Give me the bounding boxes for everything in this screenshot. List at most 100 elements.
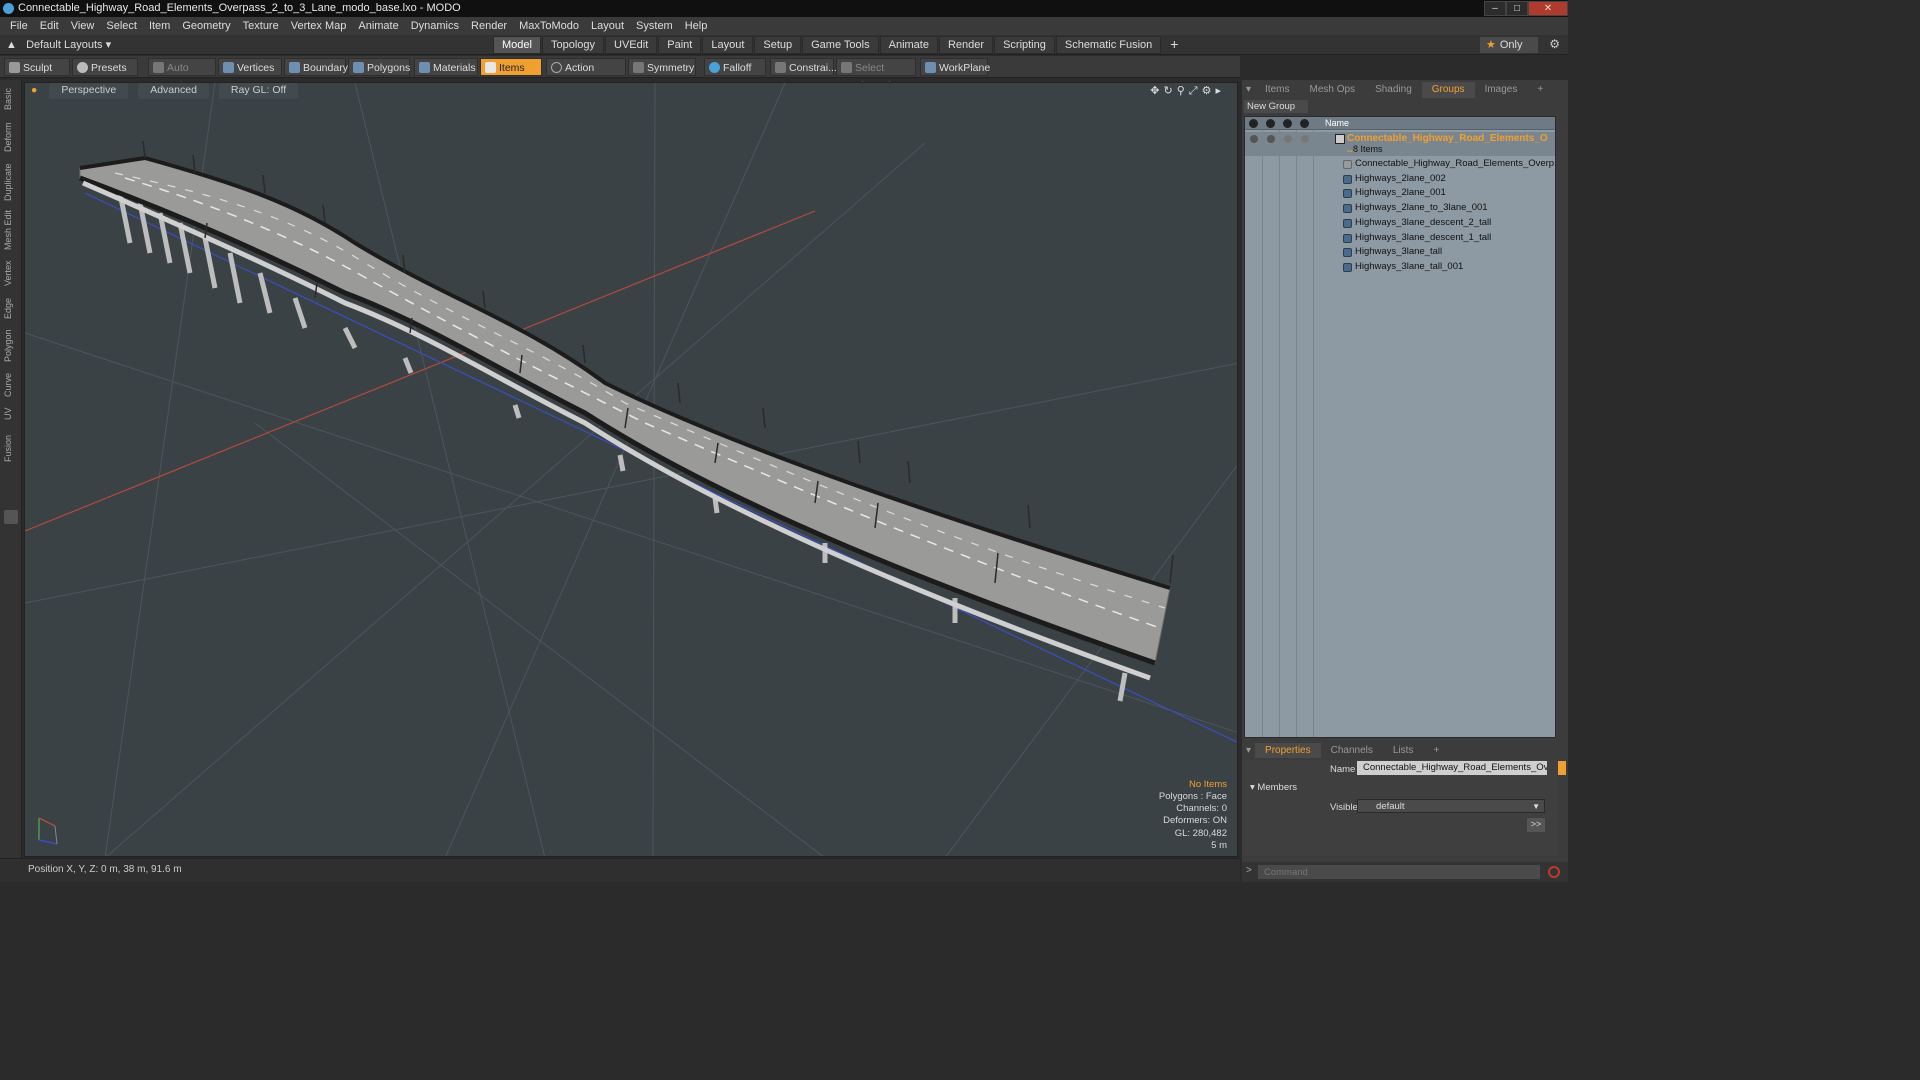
shading-mode-button[interactable]: Advanced	[138, 83, 209, 99]
materials-button[interactable]: Materials	[414, 58, 478, 76]
3d-viewport[interactable]: ● Perspective Advanced Ray GL: Off ✥↻⚲⤢⚙…	[24, 82, 1238, 857]
workplane-button[interactable]: WorkPlane	[920, 58, 990, 76]
tab-setup[interactable]: Setup	[754, 36, 802, 54]
visible-dropdown[interactable]: default ▼	[1357, 799, 1545, 813]
tab-render[interactable]: Render	[938, 36, 994, 54]
tab-shading[interactable]: Shading	[1365, 82, 1422, 98]
menu-animate[interactable]: Animate	[352, 20, 404, 32]
more-button[interactable]: >>	[1527, 818, 1545, 832]
fit-view-icon[interactable]: ⤢	[1189, 85, 1202, 97]
vtab-edge[interactable]: Edge	[3, 294, 17, 322]
name-field[interactable]: Connectable_Highway_Road_Elements_Over	[1357, 761, 1547, 775]
select-icon[interactable]	[1301, 135, 1309, 143]
viewport-menu-icon[interactable]: ●	[29, 83, 39, 99]
lock-column-icon[interactable]	[1283, 119, 1292, 128]
strip-toggle-button[interactable]	[4, 510, 18, 524]
view-settings-icon[interactable]: ⚙	[1202, 85, 1216, 97]
add-props-tab-icon[interactable]: +	[1423, 743, 1449, 758]
menu-item[interactable]: Item	[143, 20, 176, 32]
menu-texture[interactable]: Texture	[237, 20, 285, 32]
maximize-button[interactable]: □	[1506, 1, 1528, 16]
list-item[interactable]: Highways_3lane_tall_001	[1245, 260, 1555, 275]
panel-menu-icon[interactable]: ▾	[1242, 82, 1255, 98]
auto-select-button[interactable]: Auto Select	[148, 58, 216, 92]
chevron-right-icon[interactable]: ▸	[1215, 85, 1225, 97]
menu-vertex-map[interactable]: Vertex Map	[285, 20, 353, 32]
visibility-column-icon[interactable]	[1249, 119, 1258, 128]
list-item[interactable]: Highways_3lane_tall	[1245, 245, 1555, 260]
move-view-icon[interactable]: ✥	[1150, 85, 1163, 97]
list-item[interactable]: Highways_3lane_descent_1_tall	[1245, 231, 1555, 246]
tab-groups[interactable]: Groups	[1421, 82, 1475, 98]
list-item[interactable]: Highways_3lane_descent_2_tall	[1245, 216, 1555, 231]
items-button[interactable]: Items	[480, 58, 542, 76]
menu-dynamics[interactable]: Dynamics	[405, 20, 465, 32]
tab-animate[interactable]: Animate	[879, 36, 938, 54]
edit-indicator[interactable]	[1558, 761, 1566, 775]
render-column-icon[interactable]	[1266, 119, 1275, 128]
menu-file[interactable]: File	[4, 20, 34, 32]
menu-maxtomodo[interactable]: MaxToModo	[513, 20, 585, 32]
menu-layout[interactable]: Layout	[585, 20, 630, 32]
vtab-deform[interactable]: Deform	[3, 118, 17, 156]
tab-model[interactable]: Model	[493, 36, 541, 54]
sculpt-button[interactable]: Sculpt	[4, 58, 70, 76]
name-column-header[interactable]: Name	[1325, 118, 1349, 128]
polygons-button[interactable]: Polygons	[348, 58, 410, 76]
vtab-mesh-edit[interactable]: Mesh Edit	[3, 208, 17, 252]
tab-properties[interactable]: Properties	[1255, 743, 1321, 758]
menu-select[interactable]: Select	[100, 20, 143, 32]
menu-help[interactable]: Help	[679, 20, 714, 32]
add-tab-icon[interactable]: +	[1162, 36, 1186, 54]
new-group-button[interactable]: New Group	[1244, 100, 1308, 113]
gear-icon[interactable]: ⚙	[1549, 37, 1560, 51]
menu-geometry[interactable]: Geometry	[176, 20, 236, 32]
tab-items[interactable]: Items	[1255, 82, 1299, 98]
menu-system[interactable]: System	[630, 20, 679, 32]
boundary-button[interactable]: Boundary	[284, 58, 348, 76]
members-section[interactable]: ▾ Members	[1250, 782, 1297, 793]
default-layouts-dropdown[interactable]: ▲ Default Layouts ▾	[6, 38, 111, 51]
list-item[interactable]: Highways_2lane_002	[1245, 172, 1555, 187]
rotate-view-icon[interactable]: ↻	[1164, 85, 1177, 97]
tab-mesh-ops[interactable]: Mesh Ops	[1299, 82, 1365, 98]
select-column-icon[interactable]	[1300, 119, 1309, 128]
close-button[interactable]: ✕	[1528, 1, 1568, 16]
select-through-button[interactable]: Select Through	[836, 58, 916, 92]
vtab-basic[interactable]: Basic	[3, 84, 17, 114]
tab-schematic-fusion[interactable]: Schematic Fusion	[1055, 36, 1162, 54]
action-center-button[interactable]: Action Center	[546, 58, 626, 92]
command-input[interactable]	[1258, 865, 1540, 879]
menu-render[interactable]: Render	[465, 20, 513, 32]
list-item[interactable]: Highways_2lane_001	[1245, 186, 1555, 201]
tab-topology[interactable]: Topology	[541, 36, 605, 54]
constraints-button[interactable]: Constrai...	[770, 58, 837, 76]
vtab-polygon[interactable]: Polygon	[3, 326, 17, 366]
falloff-button[interactable]: Falloff	[704, 58, 766, 76]
group-row[interactable]: Connectable_Highway_Road_Elements_O ... …	[1245, 132, 1555, 156]
tab-paint[interactable]: Paint	[658, 36, 702, 54]
raygl-toggle[interactable]: Ray GL: Off	[218, 83, 299, 99]
zoom-view-icon[interactable]: ⚲	[1177, 85, 1189, 97]
tab-game-tools[interactable]: Game Tools	[802, 36, 879, 54]
menu-edit[interactable]: Edit	[34, 20, 65, 32]
render-icon[interactable]	[1267, 135, 1275, 143]
lock-icon[interactable]	[1284, 135, 1292, 143]
only-toggle[interactable]: ★ Only	[1480, 37, 1538, 53]
menu-view[interactable]: View	[65, 20, 101, 32]
list-item[interactable]: Connectable_Highway_Road_Elements_Overp …	[1245, 157, 1555, 172]
view-mode-button[interactable]: Perspective	[49, 83, 129, 99]
tab-images[interactable]: Images	[1475, 82, 1528, 98]
tab-lists[interactable]: Lists	[1383, 743, 1424, 758]
vtab-fusion[interactable]: Fusion	[3, 430, 17, 466]
vtab-uv[interactable]: UV	[3, 404, 17, 424]
minimize-button[interactable]: –	[1484, 1, 1506, 16]
vtab-vertex[interactable]: Vertex	[3, 256, 17, 290]
eye-icon[interactable]	[1250, 135, 1258, 143]
props-menu-icon[interactable]: ▾	[1242, 743, 1255, 758]
tab-uvedit[interactable]: UVEdit	[605, 36, 658, 54]
symmetry-button[interactable]: Symmetry	[628, 58, 696, 76]
add-panel-tab-icon[interactable]: +	[1527, 82, 1553, 98]
vtab-curve[interactable]: Curve	[3, 370, 17, 400]
presets-button[interactable]: Presets	[72, 58, 138, 76]
